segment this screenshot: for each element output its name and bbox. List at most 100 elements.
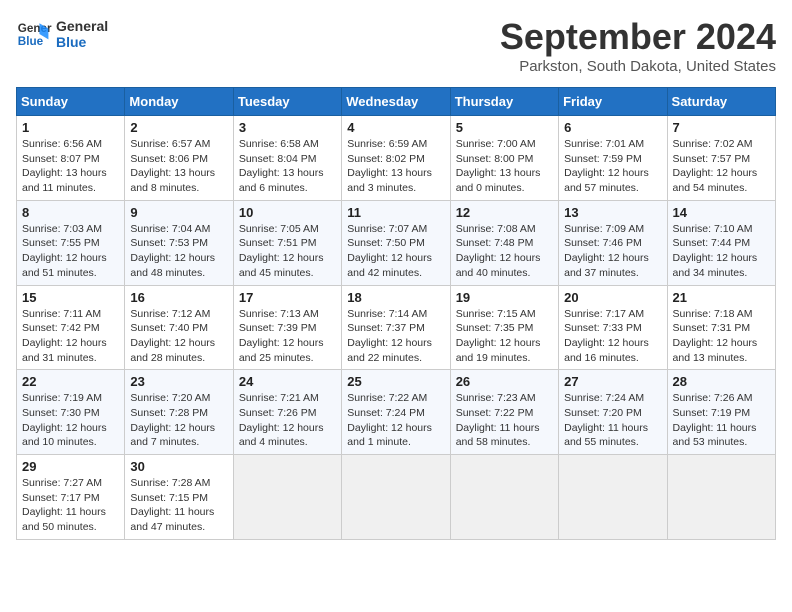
day-cell: 14 Sunrise: 7:10 AMSunset: 7:44 PMDayligh… [667, 200, 775, 285]
day-cell: 11Sunrise: 7:07 AMSunset: 7:50 PMDayligh… [342, 200, 450, 285]
day-info: Sunrise: 7:00 AMSunset: 8:00 PMDaylight:… [456, 137, 553, 196]
day-cell: 30Sunrise: 7:28 AMSunset: 7:15 PMDayligh… [125, 455, 233, 540]
day-info: Sunrise: 7:05 AMSunset: 7:51 PMDaylight:… [239, 222, 336, 281]
logo-icon: General Blue [16, 16, 52, 52]
day-cell [233, 455, 341, 540]
day-cell: 15 Sunrise: 7:11 AMSunset: 7:42 PMDayligh… [17, 285, 125, 370]
day-cell: 20Sunrise: 7:17 AMSunset: 7:33 PMDayligh… [559, 285, 667, 370]
week-row-4: 29 Sunrise: 7:27 AMSunset: 7:17 PMDayligh… [17, 455, 776, 540]
day-number: 10 [239, 205, 336, 220]
day-cell: 27 Sunrise: 7:24 AMSunset: 7:20 PMDayligh… [559, 370, 667, 455]
day-info: Sunrise: 6:59 AMSunset: 8:02 PMDaylight:… [347, 137, 444, 196]
day-number: 26 [456, 374, 553, 389]
day-info: Sunrise: 7:18 AMSunset: 7:31 PMDaylight:… [673, 307, 770, 366]
day-number: 11 [347, 205, 444, 220]
day-cell [667, 455, 775, 540]
day-cell: 21 Sunrise: 7:18 AMSunset: 7:31 PMDayligh… [667, 285, 775, 370]
logo-line2: Blue [56, 34, 108, 50]
day-number: 18 [347, 290, 444, 305]
day-cell: 4Sunrise: 6:59 AMSunset: 8:02 PMDaylight… [342, 116, 450, 201]
day-info: Sunrise: 7:14 AMSunset: 7:37 PMDaylight:… [347, 307, 444, 366]
day-number: 21 [673, 290, 770, 305]
week-row-0: 1 Sunrise: 6:56 AMSunset: 8:07 PMDaylight… [17, 116, 776, 201]
day-cell: 22Sunrise: 7:19 AMSunset: 7:30 PMDayligh… [17, 370, 125, 455]
day-info: Sunrise: 7:11 AMSunset: 7:42 PMDaylight:… [22, 307, 119, 366]
day-cell: 10 Sunrise: 7:05 AMSunset: 7:51 PMDayligh… [233, 200, 341, 285]
day-number: 25 [347, 374, 444, 389]
svg-text:Blue: Blue [18, 35, 44, 48]
day-number: 17 [239, 290, 336, 305]
day-number: 3 [239, 120, 336, 135]
day-info: Sunrise: 7:01 AMSunset: 7:59 PMDaylight:… [564, 137, 661, 196]
week-row-3: 22Sunrise: 7:19 AMSunset: 7:30 PMDayligh… [17, 370, 776, 455]
calendar-table: SundayMondayTuesdayWednesdayThursdayFrid… [16, 87, 776, 540]
day-number: 2 [130, 120, 227, 135]
day-info: Sunrise: 7:10 AMSunset: 7:44 PMDaylight:… [673, 222, 770, 281]
day-number: 6 [564, 120, 661, 135]
day-info: Sunrise: 7:26 AMSunset: 7:19 PMDaylight:… [673, 391, 770, 450]
weekday-wednesday: Wednesday [342, 88, 450, 116]
day-info: Sunrise: 7:24 AMSunset: 7:20 PMDaylight:… [564, 391, 661, 450]
weekday-sunday: Sunday [17, 88, 125, 116]
day-info: Sunrise: 7:21 AMSunset: 7:26 PMDaylight:… [239, 391, 336, 450]
day-info: Sunrise: 7:23 AMSunset: 7:22 PMDaylight:… [456, 391, 553, 450]
day-cell: 3Sunrise: 6:58 AMSunset: 8:04 PMDaylight… [233, 116, 341, 201]
day-number: 27 [564, 374, 661, 389]
weekday-saturday: Saturday [667, 88, 775, 116]
day-number: 5 [456, 120, 553, 135]
title-block: September 2024 Parkston, South Dakota, U… [500, 16, 776, 75]
day-cell: 29 Sunrise: 7:27 AMSunset: 7:17 PMDayligh… [17, 455, 125, 540]
day-cell [450, 455, 558, 540]
weekday-friday: Friday [559, 88, 667, 116]
header: General Blue General Blue September 2024… [16, 16, 776, 75]
day-info: Sunrise: 7:20 AMSunset: 7:28 PMDaylight:… [130, 391, 227, 450]
day-cell: 12 Sunrise: 7:08 AMSunset: 7:48 PMDayligh… [450, 200, 558, 285]
day-number: 1 [22, 120, 119, 135]
day-info: Sunrise: 6:56 AMSunset: 8:07 PMDaylight:… [22, 137, 119, 196]
logo: General Blue General Blue [16, 16, 108, 52]
day-cell [342, 455, 450, 540]
day-number: 24 [239, 374, 336, 389]
day-number: 13 [564, 205, 661, 220]
day-cell: 7Sunrise: 7:02 AMSunset: 7:57 PMDaylight… [667, 116, 775, 201]
day-number: 12 [456, 205, 553, 220]
day-number: 7 [673, 120, 770, 135]
logo-line1: General [56, 18, 108, 34]
location: Parkston, South Dakota, United States [500, 58, 776, 75]
weekday-monday: Monday [125, 88, 233, 116]
day-info: Sunrise: 7:08 AMSunset: 7:48 PMDaylight:… [456, 222, 553, 281]
day-info: Sunrise: 6:57 AMSunset: 8:06 PMDaylight:… [130, 137, 227, 196]
day-cell: 8Sunrise: 7:03 AMSunset: 7:55 PMDaylight… [17, 200, 125, 285]
day-info: Sunrise: 7:12 AMSunset: 7:40 PMDaylight:… [130, 307, 227, 366]
month-title: September 2024 [500, 16, 776, 58]
day-number: 29 [22, 459, 119, 474]
day-cell: 25 Sunrise: 7:22 AMSunset: 7:24 PMDayligh… [342, 370, 450, 455]
day-info: Sunrise: 7:27 AMSunset: 7:17 PMDaylight:… [22, 476, 119, 535]
day-number: 22 [22, 374, 119, 389]
day-info: Sunrise: 7:22 AMSunset: 7:24 PMDaylight:… [347, 391, 444, 450]
day-cell: 17 Sunrise: 7:13 AMSunset: 7:39 PMDayligh… [233, 285, 341, 370]
week-row-1: 8Sunrise: 7:03 AMSunset: 7:55 PMDaylight… [17, 200, 776, 285]
day-number: 16 [130, 290, 227, 305]
day-info: Sunrise: 7:09 AMSunset: 7:46 PMDaylight:… [564, 222, 661, 281]
day-cell: 16 Sunrise: 7:12 AMSunset: 7:40 PMDayligh… [125, 285, 233, 370]
day-cell: 13 Sunrise: 7:09 AMSunset: 7:46 PMDayligh… [559, 200, 667, 285]
day-number: 14 [673, 205, 770, 220]
day-cell: 9 Sunrise: 7:04 AMSunset: 7:53 PMDaylight… [125, 200, 233, 285]
day-info: Sunrise: 7:15 AMSunset: 7:35 PMDaylight:… [456, 307, 553, 366]
day-number: 20 [564, 290, 661, 305]
day-number: 15 [22, 290, 119, 305]
day-info: Sunrise: 7:13 AMSunset: 7:39 PMDaylight:… [239, 307, 336, 366]
day-cell: 19Sunrise: 7:15 AMSunset: 7:35 PMDayligh… [450, 285, 558, 370]
day-number: 30 [130, 459, 227, 474]
day-cell: 6 Sunrise: 7:01 AMSunset: 7:59 PMDaylight… [559, 116, 667, 201]
day-cell: 26 Sunrise: 7:23 AMSunset: 7:22 PMDayligh… [450, 370, 558, 455]
day-number: 8 [22, 205, 119, 220]
day-cell [559, 455, 667, 540]
weekday-thursday: Thursday [450, 88, 558, 116]
day-info: Sunrise: 7:04 AMSunset: 7:53 PMDaylight:… [130, 222, 227, 281]
weekday-header: SundayMondayTuesdayWednesdayThursdayFrid… [17, 88, 776, 116]
day-cell: 24 Sunrise: 7:21 AMSunset: 7:26 PMDayligh… [233, 370, 341, 455]
day-cell: 1 Sunrise: 6:56 AMSunset: 8:07 PMDaylight… [17, 116, 125, 201]
day-number: 9 [130, 205, 227, 220]
